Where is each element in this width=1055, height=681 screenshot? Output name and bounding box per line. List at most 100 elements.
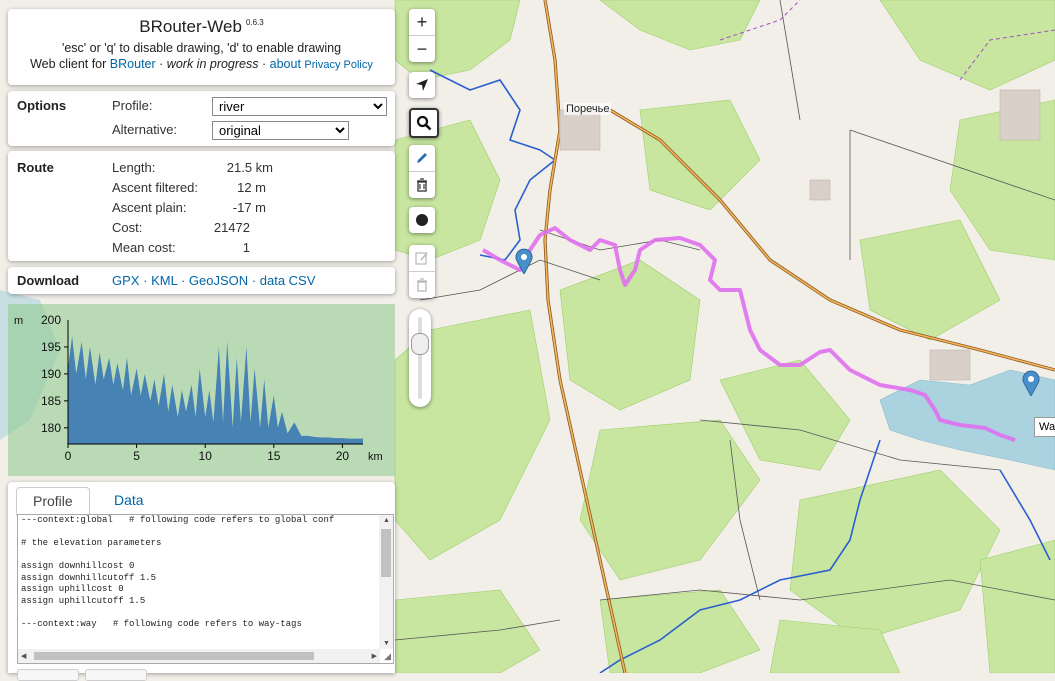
zoom-out-button[interactable]: − [409,36,435,62]
elevation-chart-svg: 180 185 190 195 200 0 5 10 15 20 km m [14,313,383,463]
start-marker-icon[interactable] [515,248,533,274]
profile-select[interactable]: river [212,97,387,116]
slider-handle[interactable] [411,333,429,355]
scroll-right-icon[interactable]: ▶ [372,652,377,660]
vertical-scrollbar[interactable]: ▲ ▼ [379,515,393,649]
circle-icon [416,214,428,226]
horizontal-scroll-thumb[interactable] [34,652,314,660]
search-icon [416,115,432,131]
drawing-instruction: 'esc' or 'q' to disable drawing, 'd' to … [61,41,342,55]
x-tick-label: 10 [199,449,213,463]
download-links: GPX · KML · GeoJSON · data CSV [112,273,315,288]
zoom-control: + − [409,9,435,62]
profile-label: Profile: [112,98,153,113]
code-line: # the elevation parameters [21,538,162,548]
credits-line: Web client for BRouter · work in progres… [8,57,395,71]
edit-control [409,245,435,298]
mean-cost-label: Mean cost: [112,240,176,255]
x-tick-label: 20 [336,449,350,463]
profile-tabs: Profile Data [16,487,386,516]
options-title: Options [17,98,67,113]
x-axis-label: km [368,451,383,463]
route-panel: Route Length: 21.5 km Ascent filtered: 1… [8,151,395,261]
code-line: assign downhillcost 0 [21,561,135,571]
geojson-link[interactable]: GeoJSON [189,273,248,288]
elevation-area [68,336,363,444]
search-control [409,108,439,138]
code-lines: ---context:global # following code refer… [18,515,393,630]
trash-icon [417,178,427,192]
alternative-label: Alternative: [112,122,178,137]
about-link[interactable]: about [270,57,301,71]
privacy-policy-link[interactable]: Privacy Policy [304,59,372,71]
place-label: Поречье [564,103,612,115]
vertical-scroll-thumb[interactable] [381,529,391,577]
resize-handle-icon[interactable]: ◢ [384,651,391,662]
data-csv-link[interactable]: data CSV [260,273,316,288]
x-tick-label: 0 [65,449,72,463]
separator: · [143,273,148,288]
zoom-in-button[interactable]: + [409,9,435,36]
edit-icon [415,252,428,265]
cost-label: Cost: [112,220,143,235]
separator: · [251,273,257,288]
scroll-down-icon[interactable]: ▼ [383,640,390,647]
alternative-select[interactable]: original [212,121,349,140]
profile-code-editor[interactable]: ---context:global # following code refer… [17,514,394,664]
y-tick-label: 180 [41,421,61,435]
code-line: assign uphillcost 0 [21,584,124,594]
cost-value: 21472 [213,220,250,235]
code-line: ---context:way # following code refers t… [21,618,302,629]
locate-button[interactable] [409,72,435,98]
pencil-icon [417,153,427,163]
brouter-link[interactable]: BRouter [110,57,156,71]
x-tick-label: 5 [133,449,140,463]
scroll-up-icon[interactable]: ▲ [383,517,390,524]
profile-panel: Profile Data ---context:global # followi… [8,482,395,681]
clear-button[interactable] [85,669,147,681]
slider-track [418,317,422,399]
tab-profile[interactable]: Profile [16,487,90,516]
elevation-chart[interactable]: 180 185 190 195 200 0 5 10 15 20 km m [8,304,395,476]
ascent-filtered-label: Ascent filtered: [112,180,198,195]
y-tick-label: 200 [41,313,61,327]
ascent-plain-label: Ascent plain: [112,200,187,215]
tab-data[interactable]: Data [98,487,160,514]
x-tick-label: 15 [267,449,281,463]
gpx-link[interactable]: GPX [112,273,139,288]
options-panel: Options Profile: river Alternative: orig… [8,91,395,146]
edit-nogo-button[interactable] [409,245,435,272]
separator: · [159,57,164,71]
separator: · [261,57,267,71]
nogo-area-button[interactable] [409,207,435,233]
end-marker-icon[interactable] [1022,370,1040,396]
upload-button[interactable] [17,669,79,681]
wip-text: work in progress [166,57,259,71]
marker-tooltip: Wa [1034,417,1055,437]
draw-route-button[interactable] [409,145,435,172]
locate-control [409,72,435,98]
code-line: assign downhillcutoff 1.5 [21,572,157,583]
opacity-slider[interactable] [409,309,431,407]
app-title-text: BRouter-Web [139,17,242,36]
trash-icon [417,278,427,292]
mean-cost-value: 1 [242,240,250,255]
y-tick-label: 185 [41,394,61,408]
length-value: 21.5 km [226,160,273,175]
delete-route-button[interactable] [409,172,435,198]
code-line: ---context:global # following code refer… [21,515,335,525]
ascent-filtered-value: 12 m [237,180,266,195]
version-label: 0.6.3 [245,18,264,28]
search-button[interactable] [411,110,437,136]
delete-nogo-button[interactable] [409,272,435,298]
app-title: BRouter-Web 0.6.3 [8,17,395,37]
download-panel: Download GPX · KML · GeoJSON · data CSV [8,267,395,294]
scroll-left-icon[interactable]: ◀ [21,652,26,660]
kml-link[interactable]: KML [151,273,177,288]
horizontal-scrollbar[interactable]: ◀ ▶ [18,649,380,663]
draw-control [409,145,435,198]
client-prefix: Web client for [30,57,107,71]
y-tick-label: 190 [41,367,61,381]
